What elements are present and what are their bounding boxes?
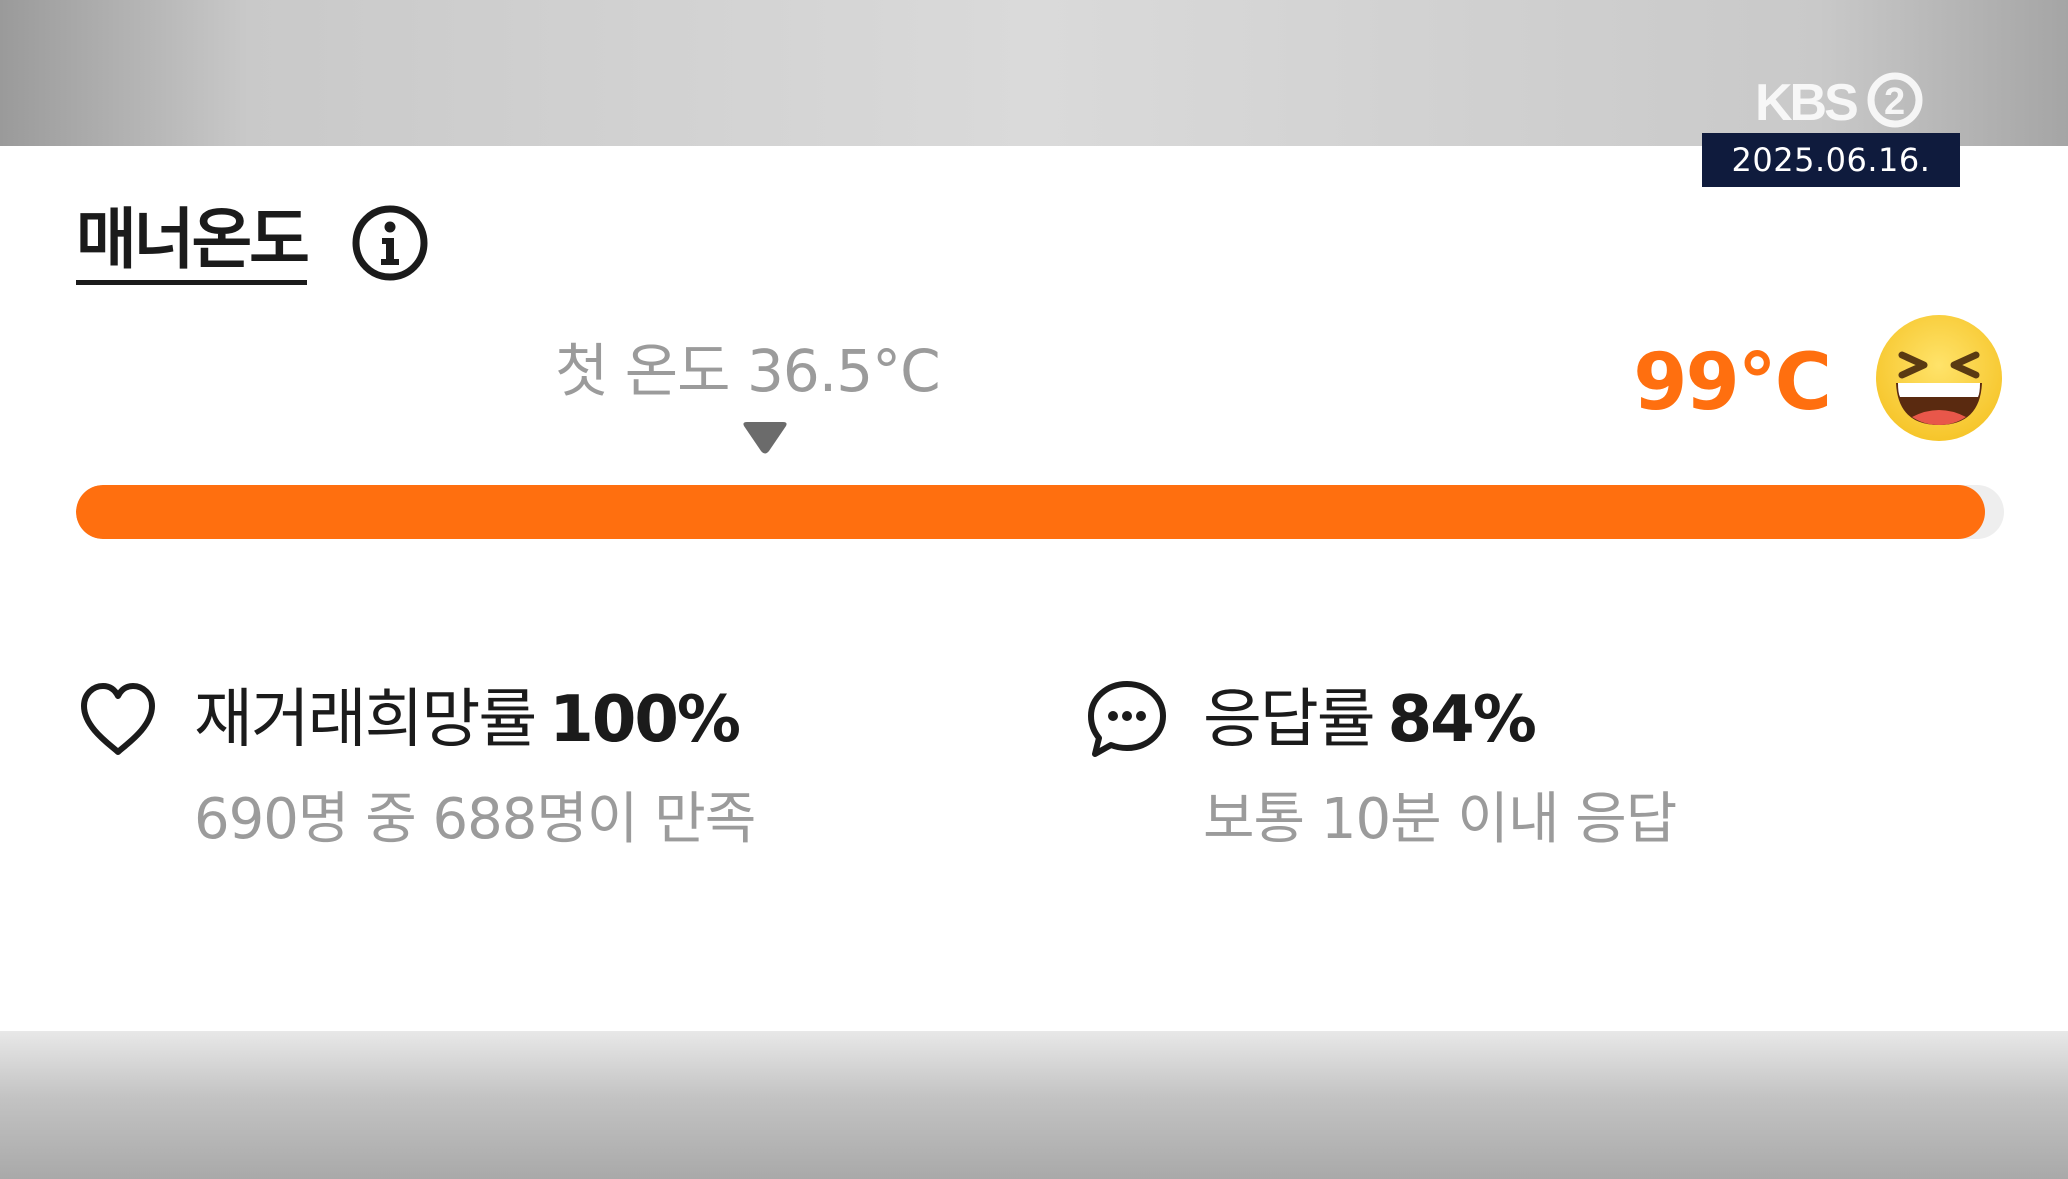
svg-text:2: 2 (1884, 81, 1905, 123)
temperature-progress-bar (76, 485, 2004, 539)
svg-text:KBS: KBS (1755, 74, 1857, 130)
chat-bubble-icon (1088, 681, 1166, 757)
broadcaster-logo: KBS 2 (1755, 72, 1923, 130)
broadcast-date: 2025.06.16. (1702, 133, 1960, 187)
response-rate-heading: 응답률 84% (1203, 670, 1537, 770)
current-temperature: 99°C (1633, 338, 1832, 428)
info-icon[interactable] (350, 203, 430, 283)
rebuy-rate-value: 100% (549, 683, 741, 757)
rebuy-rate-label: 재거래희망률 (194, 683, 537, 757)
first-temperature-label: 첫 온도 36.5°C (555, 337, 941, 405)
grinning-squinting-face-icon (1876, 315, 2002, 441)
response-rate-detail: 보통 10분 이내 응답 (1203, 787, 1677, 852)
video-background-bottom (0, 1031, 2068, 1179)
page-title[interactable]: 매너온도 (76, 200, 310, 285)
response-rate-value: 84% (1387, 683, 1537, 757)
response-rate-label: 응답률 (1203, 683, 1376, 757)
triangle-down-icon (743, 422, 787, 454)
rebuy-rate-heading: 재거래희망률 100% (194, 670, 741, 770)
manner-temperature-card (0, 146, 2068, 1031)
heart-icon (81, 683, 155, 755)
rebuy-rate-detail: 690명 중 688명이 만족 (194, 787, 756, 852)
temperature-progress-fill (76, 485, 1985, 539)
